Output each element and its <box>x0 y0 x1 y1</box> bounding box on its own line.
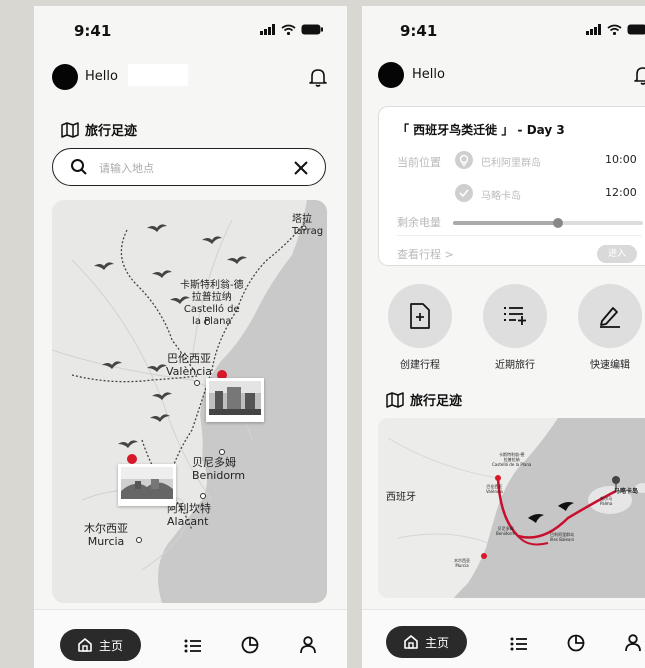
bell-icon[interactable] <box>309 67 327 91</box>
map-pin-icon <box>612 476 620 484</box>
status-time: 9:41 <box>400 22 438 40</box>
battery-label: 剩余电量 <box>397 216 441 229</box>
signal-icon <box>260 24 275 35</box>
status-time: 9:41 <box>74 22 112 40</box>
photo-thumbnail[interactable] <box>118 464 176 506</box>
pencil-icon <box>600 307 620 328</box>
map-label-spain: 西班牙 <box>386 492 416 503</box>
tab-bar: 主页 <box>34 609 347 668</box>
greeting: Hello <box>412 67 445 82</box>
section-title-footprints: 旅行足迹 <box>61 120 137 139</box>
map-label-valencia: 巴伦西亚 València <box>166 352 213 378</box>
location-pin-icon <box>455 151 473 169</box>
map-label-valencia: 巴伦西亚 València <box>486 484 503 494</box>
tab-home-label: 主页 <box>425 635 450 650</box>
avatar[interactable] <box>52 64 78 90</box>
search-icon <box>71 159 87 175</box>
map-icon <box>61 121 79 138</box>
map-label-tarragona: 塔拉 Tarrag <box>292 214 324 237</box>
trip-card[interactable]: 「 西班牙鸟类迁徙 」 - Day 3 当前位置 巴利阿里群岛 10:00 马略… <box>378 106 645 266</box>
create-trip-label: 创建行程 <box>400 360 440 371</box>
map-icon <box>386 391 404 408</box>
enter-button[interactable]: 进入 <box>597 245 637 263</box>
trip-title: 「 西班牙鸟类迁徙 」 - Day 3 <box>397 123 565 137</box>
tab-home[interactable]: 主页 <box>386 626 468 658</box>
avatar[interactable] <box>378 62 404 88</box>
battery-icon <box>627 24 645 35</box>
status-icons <box>586 24 645 35</box>
battery-icon <box>301 24 323 35</box>
user-icon[interactable] <box>625 634 641 656</box>
footprint-map[interactable]: 塔拉 Tarrag 卡斯特利翁-德 拉普拉纳 Castelló de la Pl… <box>52 200 327 603</box>
signal-icon <box>586 24 601 35</box>
map-label-balearic: 巴利阿里群岛 Illes Balears <box>550 532 575 542</box>
home-icon <box>404 635 418 649</box>
route-map[interactable]: 西班牙 马略卡岛 卡斯特利翁-德 拉普拉纳 Castelló de la Pla… <box>378 418 645 598</box>
tab-home[interactable]: 主页 <box>60 629 142 661</box>
home-screen-right: 9:41 Hello 「 西班牙鸟类迁徙 」 - Day 3 当前位置 巴利阿里… <box>362 6 645 668</box>
stop-name: 巴利阿里群岛 <box>481 158 541 169</box>
wifi-icon <box>281 24 296 35</box>
pie-chart-icon[interactable] <box>241 636 259 658</box>
quick-edit-label: 快速编辑 <box>590 360 630 371</box>
pie-chart-icon[interactable] <box>567 634 585 656</box>
section-title-text: 旅行足迹 <box>410 394 463 409</box>
wifi-icon <box>607 24 622 35</box>
section-title-footprints: 旅行足迹 <box>386 390 462 409</box>
list-icon[interactable] <box>184 638 202 657</box>
map-label-palma: 帕尔马 Palma <box>600 496 613 506</box>
section-title-text: 旅行足迹 <box>85 124 138 139</box>
quick-edit-button[interactable] <box>578 284 642 348</box>
photo-thumbnail[interactable] <box>206 378 264 422</box>
file-plus-icon <box>410 303 430 329</box>
map-label-castellon: 卡斯特利翁-德 拉普拉纳 Castelló de la Plana <box>180 280 244 327</box>
username-redacted <box>128 64 188 86</box>
user-icon[interactable] <box>300 636 316 658</box>
map-label-destination: 马略卡岛 <box>614 488 639 495</box>
map-pin-icon <box>481 553 487 559</box>
status-icons <box>260 24 323 35</box>
create-trip-button[interactable] <box>388 284 452 348</box>
map-pin-icon <box>495 475 501 481</box>
map-label-murcia: 木尔西亚 Murcia <box>84 522 128 548</box>
stop-name: 马略卡岛 <box>481 191 521 202</box>
greeting: Hello <box>85 69 118 84</box>
stop-time: 10:00 <box>605 153 637 166</box>
search-bar[interactable] <box>52 148 326 186</box>
map-label-murcia: 木尔西亚 Murcia <box>454 558 470 568</box>
tab-bar: 主页 <box>362 609 645 668</box>
home-screen-left: 9:41 Hello 旅行足迹 请输入地点 塔拉 Tarrag 卡斯特利翁-德 … <box>34 6 347 668</box>
home-icon <box>78 638 92 652</box>
map-label-benidorm: 贝尼多姆 Benidorm <box>192 456 246 482</box>
search-input[interactable] <box>97 157 281 179</box>
tab-home-label: 主页 <box>99 638 124 653</box>
check-icon <box>455 184 473 202</box>
battery-fill <box>453 221 558 225</box>
map-label-benidorm: 贝尼多姆 Benidorm <box>496 526 516 536</box>
recent-trips-button[interactable] <box>483 284 547 348</box>
battery-bar <box>453 218 643 228</box>
clear-icon[interactable] <box>294 161 308 175</box>
recent-trips-label: 近期旅行 <box>495 360 535 371</box>
battery-knob <box>552 218 563 228</box>
map-label-castellon: 卡斯特利翁-德 拉普拉纳 Castelló de la Plana <box>492 452 532 467</box>
map-terrain <box>387 418 645 598</box>
list-plus-icon <box>504 307 526 325</box>
current-location-label: 当前位置 <box>397 156 441 169</box>
view-itinerary-link[interactable]: 查看行程 > <box>397 246 454 262</box>
bell-icon[interactable] <box>634 65 645 89</box>
divider <box>397 235 642 236</box>
list-icon[interactable] <box>510 636 528 655</box>
stop-time: 12:00 <box>605 186 637 199</box>
